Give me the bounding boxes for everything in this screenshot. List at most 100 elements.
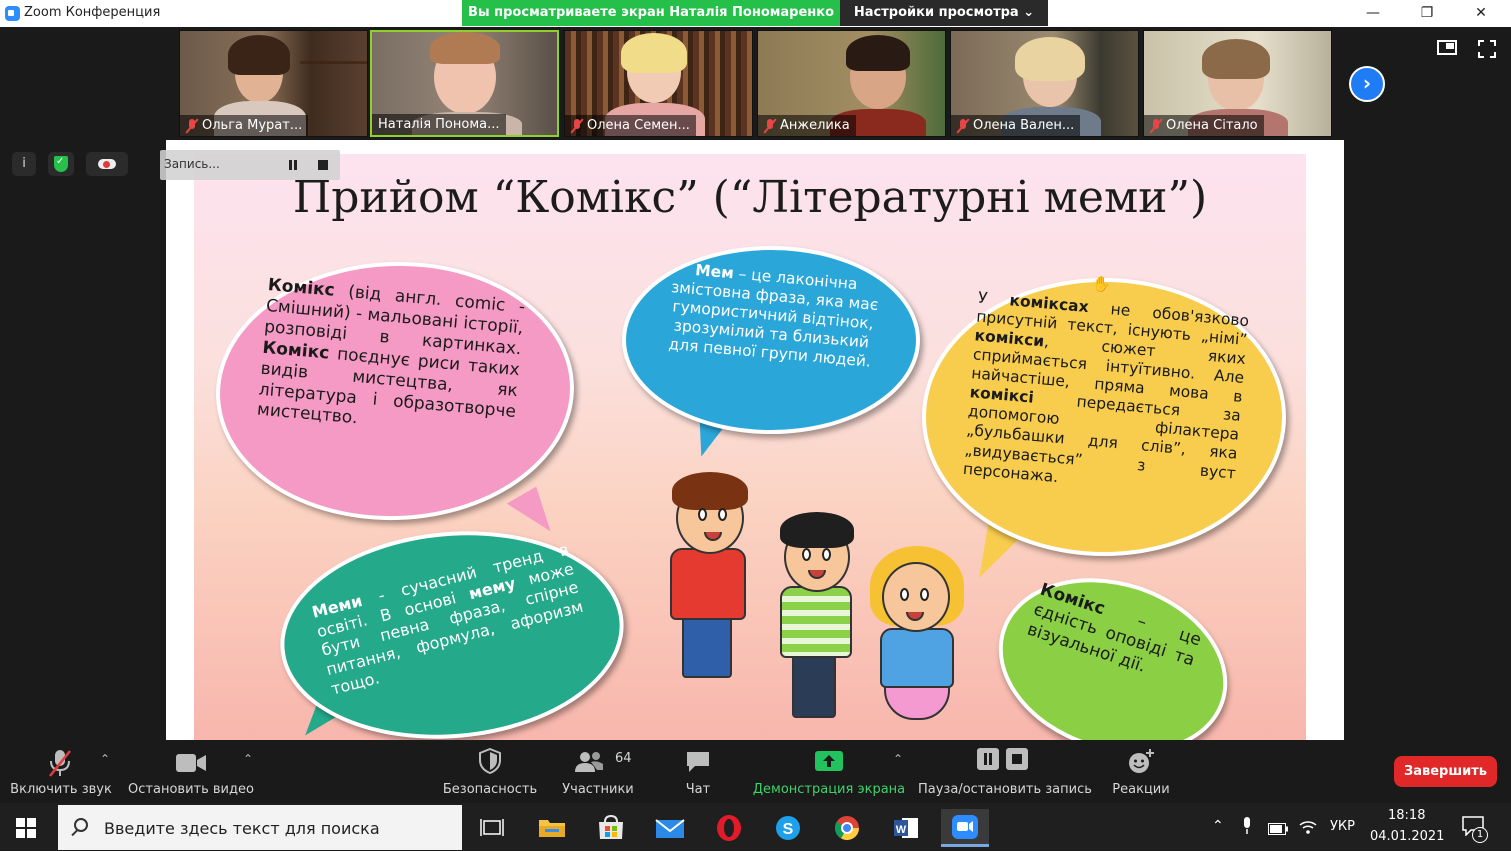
participants-count: 64	[615, 751, 632, 766]
participant-name: Олена Сітало	[1166, 118, 1258, 133]
battery-icon[interactable]	[1268, 820, 1288, 839]
word-icon[interactable]: W	[882, 809, 930, 847]
participant-name-bar: Олена Вален...	[951, 115, 1081, 136]
video-options-chevron-up-icon[interactable]: ⌃	[243, 752, 253, 766]
participant-tile[interactable]: Олена Семен...	[564, 30, 753, 137]
participant-name: Олена Вален...	[973, 118, 1075, 133]
taskbar-search-box[interactable]: Введите здесь текст для поиска	[58, 805, 462, 850]
participant-name-bar: Олена Семен...	[565, 115, 696, 136]
close-button[interactable]: ✕	[1458, 0, 1504, 27]
next-participants-button[interactable]: ›	[1349, 66, 1385, 102]
participant-tile[interactable]: Олена Сітало	[1143, 30, 1332, 137]
tray-chevron-up-icon[interactable]: ⌃	[1212, 818, 1224, 834]
security-label: Безопасность	[442, 782, 538, 797]
svg-text:W: W	[896, 824, 907, 836]
cartoon-girl-blue-shirt	[844, 528, 994, 740]
recording-status-label: Запись...	[164, 157, 220, 171]
pause-stop-recording-button[interactable]: Пауза/остановить запись	[918, 740, 1092, 803]
comic-definition-text: Комікс (від англ. comic - Смішний) - мал…	[256, 275, 526, 429]
microphone-muted-icon	[571, 118, 583, 133]
smiley-reaction-icon	[1129, 749, 1154, 773]
shield-icon	[479, 748, 501, 774]
stop-video-button[interactable]: Остановить видео	[126, 740, 256, 803]
chat-button[interactable]: Чат	[668, 740, 728, 803]
audio-options-chevron-up-icon[interactable]: ⌃	[100, 752, 110, 766]
windows-start-icon[interactable]	[16, 818, 36, 838]
participant-tile[interactable]: Ольга Мурат...	[179, 30, 368, 137]
participant-name: Анжелика	[780, 118, 850, 133]
taskbar-search-placeholder: Введите здесь текст для поиска	[104, 819, 380, 838]
slide-title: Прийом “Комікс” (“Літературні меми”)	[292, 172, 1208, 223]
pause-stop-recording-label: Пауза/остановить запись	[918, 782, 1092, 797]
file-explorer-icon[interactable]	[528, 809, 576, 847]
meeting-info-icon[interactable]: i	[12, 152, 36, 176]
clock-date[interactable]: 04.01.2021	[1370, 829, 1444, 844]
meme-definition-text: Мем – це лаконічна змістовна фраза, яка …	[667, 261, 880, 371]
unmute-audio-button[interactable]: Включить звук	[8, 740, 114, 803]
chrome-icon[interactable]	[823, 809, 871, 847]
wifi-icon[interactable]	[1298, 817, 1318, 839]
security-button[interactable]: Безопасность	[440, 740, 540, 803]
minimize-button[interactable]: —	[1350, 0, 1396, 27]
stop-recording-button[interactable]	[312, 154, 334, 176]
shared-screen: Прийом “Комікс” (“Літературні меми”) Ком…	[166, 140, 1344, 740]
clock-time[interactable]: 18:18	[1388, 808, 1425, 823]
participant-tile[interactable]: Олена Вален...	[950, 30, 1139, 137]
microphone-muted-icon	[764, 118, 776, 133]
participants-label: Участники	[562, 782, 634, 797]
microphone-muted-icon	[957, 118, 969, 133]
microsoft-store-icon[interactable]	[587, 809, 635, 847]
microphone-muted-icon	[186, 118, 198, 133]
hand-cursor-icon: ✋	[1092, 275, 1111, 293]
participants-button[interactable]: 64 Участники	[556, 740, 640, 803]
svg-text:S: S	[783, 821, 794, 838]
end-meeting-button[interactable]: Завершить	[1394, 756, 1497, 787]
participant-tile[interactable]: Анжелика	[757, 30, 946, 137]
search-icon	[74, 818, 88, 832]
microphone-muted-icon	[49, 750, 71, 777]
share-screen-label: Демонстрация экрана	[752, 782, 906, 797]
share-screen-icon	[815, 751, 843, 771]
fullscreen-icon[interactable]	[1478, 40, 1496, 58]
recording-controls: Запись...	[160, 150, 340, 180]
reactions-button[interactable]: Реакции	[1104, 740, 1178, 803]
participant-name: Ольга Мурат...	[202, 118, 303, 133]
reactions-label: Реакции	[1112, 782, 1170, 797]
participant-name: Олена Семен...	[587, 118, 690, 133]
pause-stop-icon	[977, 748, 1028, 770]
notification-count-badge: 1	[1472, 827, 1488, 843]
zoom-app-icon	[5, 6, 20, 21]
maximize-button[interactable]: ❐	[1404, 0, 1450, 27]
participant-name-bar: Ольга Мурат...	[180, 115, 309, 136]
participant-tile-active-speaker[interactable]: Наталія Понома...	[370, 30, 559, 137]
meeting-toolbar: Включить звук ⌃ Остановить видео ⌃ Безоп…	[0, 740, 1511, 803]
unmute-audio-label: Включить звук	[10, 782, 112, 797]
encryption-shield-icon[interactable]	[48, 152, 74, 176]
participant-name-bar: Олена Сітало	[1144, 115, 1264, 136]
windows-taskbar: Введите здесь текст для поиска S W ⌃ УКР…	[0, 803, 1511, 850]
share-options-chevron-up-icon[interactable]: ⌃	[893, 752, 903, 766]
opera-browser-icon[interactable]	[705, 809, 753, 847]
participant-name-bar: Анжелика	[758, 115, 856, 136]
mail-icon[interactable]	[646, 809, 694, 847]
screen-share-banner: Вы просматриваете экран Наталія Пономаре…	[462, 0, 840, 26]
share-screen-button[interactable]: Демонстрация экрана	[752, 740, 906, 803]
task-view-icon[interactable]	[468, 809, 516, 847]
layout-toggle-icon[interactable]	[1437, 40, 1457, 55]
tray-microphone-icon[interactable]	[1242, 817, 1252, 835]
microphone-muted-icon	[1150, 118, 1162, 133]
pause-recording-button[interactable]	[282, 154, 304, 176]
silent-comics-text: У коміксах не обов'язково присутній текс…	[962, 288, 1250, 486]
chat-bubble-icon	[687, 752, 709, 772]
participant-name: Наталія Понома...	[378, 117, 500, 132]
participant-name-bar: Наталія Понома...	[372, 114, 506, 135]
chat-label: Чат	[685, 782, 711, 797]
zoom-taskbar-icon[interactable]	[941, 809, 989, 847]
participants-icon	[575, 752, 603, 772]
view-options-dropdown[interactable]: Настройки просмотра ⌄	[840, 0, 1048, 26]
skype-icon[interactable]: S	[764, 809, 812, 847]
language-indicator[interactable]: УКР	[1330, 819, 1355, 834]
cloud-recording-icon	[86, 152, 128, 176]
video-camera-icon	[176, 754, 206, 772]
slide-canvas: Прийом “Комікс” (“Літературні меми”) Ком…	[194, 154, 1306, 740]
